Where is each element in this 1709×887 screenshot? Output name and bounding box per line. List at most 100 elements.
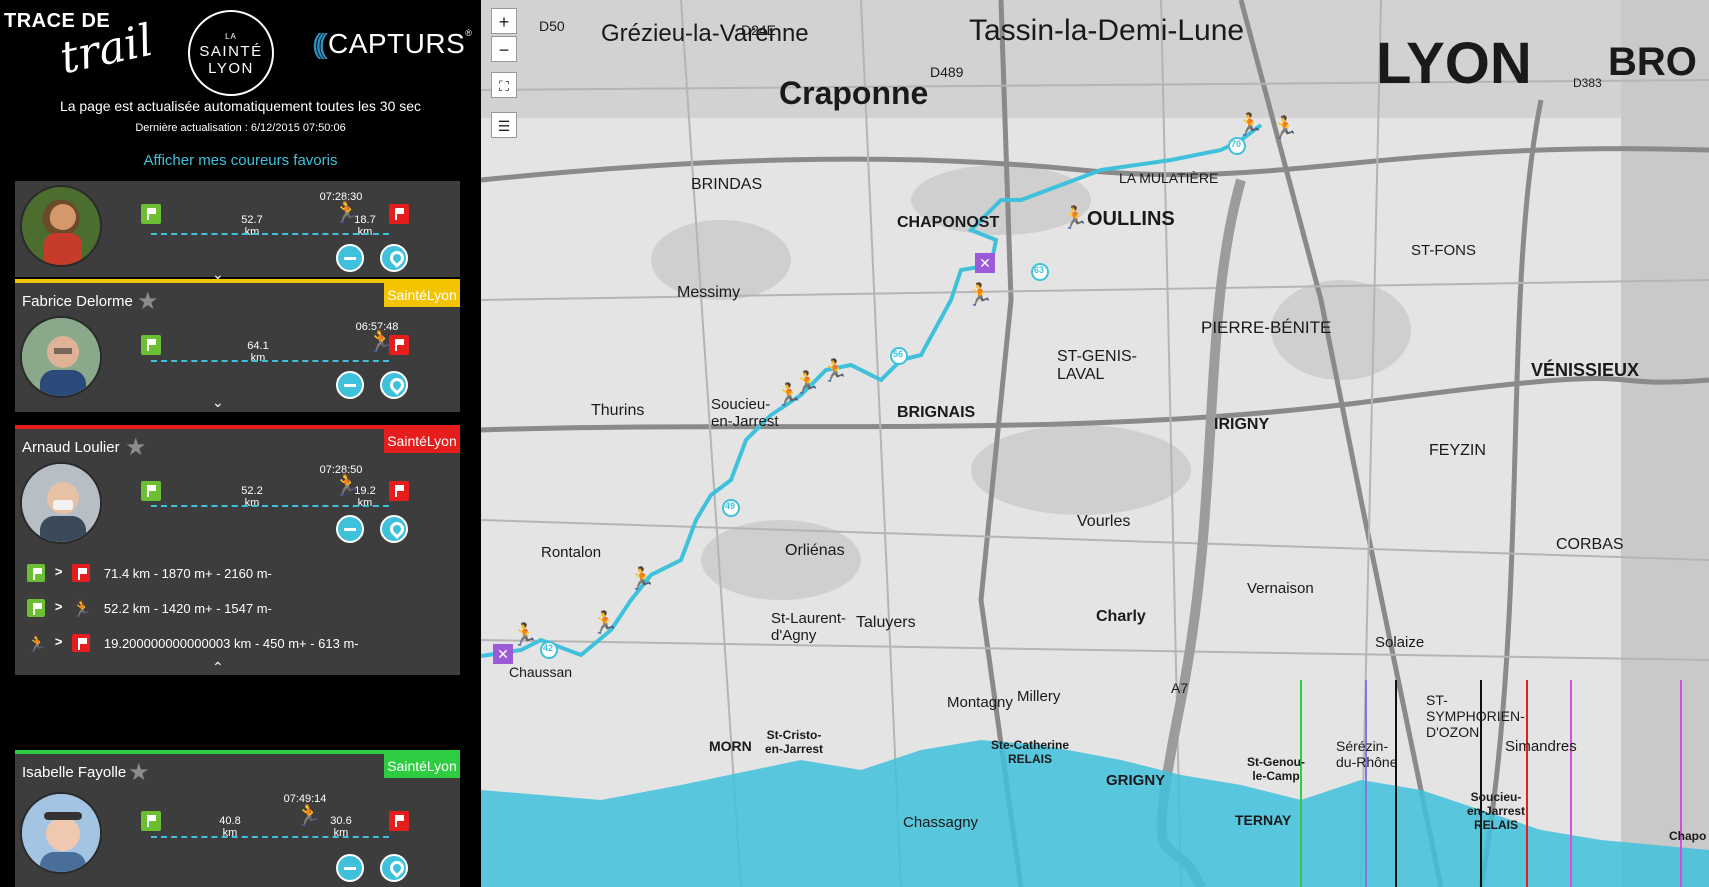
map-runner-marker-icon[interactable]: 🏃	[511, 622, 538, 648]
aid-station-icon[interactable]: ✕	[975, 253, 995, 273]
arrow-icon: >	[54, 634, 63, 650]
segment-text: 19.200000000000003 km - 450 m+ - 613 m-	[103, 635, 359, 651]
km-marker-label: 70	[1231, 139, 1242, 149]
place-label: Vourles	[1077, 513, 1131, 530]
place-label: IRIGNY	[1214, 416, 1270, 433]
start-flag-icon	[141, 481, 161, 501]
map-runner-marker-icon[interactable]: 🏃	[591, 610, 618, 636]
profile-label: St-Cristo- en-Jarrest	[765, 728, 824, 756]
place-label: Messimy	[677, 284, 741, 301]
saintelyon-logo-line1: LA	[225, 32, 237, 41]
place-label: PIERRE-BÉNITE	[1201, 318, 1332, 337]
profile-label: Soucieu- en-Jarrest RELAIS	[1467, 790, 1526, 832]
capturs-logo: (((CAPTURS®	[312, 28, 473, 59]
header: TRACE DE trail LA SAINTÉ LYON (((CAPTURS…	[0, 0, 481, 180]
favorite-star-icon[interactable]: ★	[125, 433, 147, 462]
zoom-out-button[interactable]: −	[491, 36, 517, 62]
finish-flag-icon	[72, 634, 91, 652]
map-runner-marker-icon[interactable]: 🏃	[821, 358, 848, 384]
layers-icon[interactable]: ☰	[491, 112, 517, 138]
place-label: ST-GENIS-LAVAL	[1057, 348, 1138, 383]
place-label: VÉNISSIEUX	[1531, 360, 1640, 380]
place-label: Montagny	[947, 694, 1013, 711]
road-label: D489	[930, 64, 964, 80]
place-label: Vernaison	[1247, 580, 1314, 597]
race-badge: SaintéLyon	[384, 283, 460, 307]
locate-runner-button[interactable]	[380, 371, 408, 399]
km-done-value: 64.1	[247, 340, 269, 352]
place-label: Taluyers	[856, 614, 916, 631]
profile-label: Ste-Catherine RELAIS	[991, 738, 1070, 766]
avatar	[20, 185, 102, 267]
finish-flag-icon	[389, 481, 409, 501]
km-unit: km	[250, 352, 266, 364]
km-unit: km	[244, 226, 260, 238]
avatar	[20, 316, 102, 398]
km-left-value: 18.7	[354, 214, 376, 226]
collapse-chevron-icon[interactable]: ⌃	[212, 659, 224, 676]
favorite-star-icon[interactable]: ★	[137, 287, 159, 316]
km-marker-label: 56	[893, 349, 904, 359]
place-label: Tassin-la-Demi-Lune	[969, 14, 1245, 47]
place-label: LYON	[1376, 31, 1532, 96]
place-label: ST-SYMPHORIEN-D'OZON	[1426, 692, 1525, 740]
km-done-value: 40.8	[219, 815, 241, 827]
start-flag-icon	[27, 599, 45, 617]
map-runner-marker-icon[interactable]: 🏃	[1271, 115, 1298, 141]
progress-line	[151, 233, 389, 235]
zoom-in-button[interactable]: +	[491, 8, 517, 34]
map-runner-marker-icon[interactable]: 🏃	[628, 566, 655, 592]
km-left-value: 30.6	[330, 815, 352, 827]
progress-line	[151, 505, 389, 507]
place-label: BRO	[1608, 40, 1697, 84]
place-label: LA MULATIÈRE	[1119, 170, 1219, 186]
remove-runner-button[interactable]	[336, 854, 364, 882]
trace-de-trail-logo: TRACE DE trail	[4, 6, 157, 84]
map-runner-marker-icon[interactable]: 🏃	[1236, 112, 1263, 138]
fullscreen-icon[interactable]: ⛶	[491, 72, 517, 98]
runner-name: Arnaud Loulier	[22, 439, 120, 456]
show-favorites-link[interactable]: Afficher mes coureurs favoris	[0, 152, 481, 169]
place-label: Grézieu-la-Varenne	[601, 20, 809, 47]
remove-runner-button[interactable]	[336, 244, 364, 272]
place-label: CORBAS	[1556, 536, 1624, 553]
place-label: ST-FONS	[1411, 242, 1477, 259]
place-label: Orliénas	[785, 542, 845, 559]
runner-card: Arnaud Loulier ★ SaintéLyon 52.2 km 07:28…	[15, 425, 460, 675]
place-label: Simandres	[1505, 738, 1577, 755]
place-label: St-Laurent-d'Agny	[771, 610, 847, 644]
km-unit: km	[357, 497, 373, 509]
segment-row-total: > 71.4 km - 1870 m+ - 2160 m-	[27, 564, 272, 582]
road-label: D383	[1573, 76, 1602, 90]
locate-runner-button[interactable]	[380, 244, 408, 272]
aid-station-icon[interactable]: ✕	[493, 644, 513, 664]
map-runner-marker-icon[interactable]: 🏃	[966, 282, 993, 308]
runners-sidebar: TRACE DE trail LA SAINTÉ LYON (((CAPTURS…	[0, 0, 481, 887]
road-label: A7	[1171, 680, 1189, 696]
place-label: Thurins	[591, 402, 645, 419]
place-label: Solaize	[1375, 634, 1425, 651]
race-badge: SaintéLyon	[384, 754, 460, 778]
start-flag-icon	[141, 811, 161, 831]
road-label: D50	[539, 18, 565, 34]
place-label: Rontalon	[541, 544, 602, 561]
place-label: BRIGNAIS	[897, 404, 976, 421]
km-marker-label: 42	[543, 643, 554, 653]
progress-line	[151, 360, 389, 362]
map-view[interactable]: 42 49 56 63 70 🏃 🏃 🏃 🏃 🏃 🏃 🏃 🏃 🏃 🏃 ✕ ✕ G…	[481, 0, 1709, 887]
remove-runner-button[interactable]	[336, 515, 364, 543]
avatar	[20, 792, 102, 874]
place-label: Soucieu-en-Jarrest	[711, 396, 779, 430]
runner-icon: 🏃	[72, 601, 93, 618]
expand-chevron-icon[interactable]: ⌄	[212, 394, 224, 411]
refresh-notice: La page est actualisée automatiquement t…	[59, 98, 422, 114]
segment-text: 71.4 km - 1870 m+ - 2160 m-	[103, 565, 272, 581]
place-label: GRIGNY	[1106, 772, 1166, 789]
start-flag-icon	[27, 564, 45, 582]
locate-runner-button[interactable]	[380, 515, 408, 543]
finish-flag-icon	[389, 204, 409, 224]
favorite-star-icon[interactable]: ★	[128, 758, 150, 787]
locate-runner-button[interactable]	[380, 854, 408, 882]
remove-runner-button[interactable]	[336, 371, 364, 399]
map-runner-marker-icon[interactable]: 🏃	[1061, 205, 1088, 231]
